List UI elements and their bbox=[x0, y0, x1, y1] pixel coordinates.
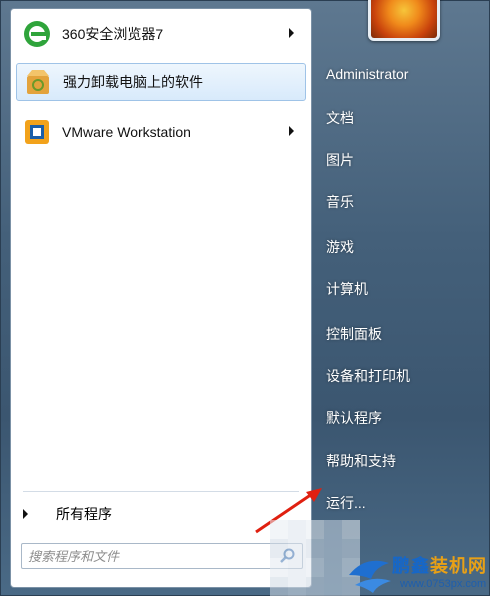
menu-default-programs[interactable]: 默认程序 bbox=[326, 408, 382, 428]
menu-devices-printers[interactable]: 设备和打印机 bbox=[326, 366, 410, 386]
search-input[interactable] bbox=[22, 547, 278, 565]
menu-computer[interactable]: 计算机 bbox=[326, 279, 368, 299]
program-uninstaller[interactable]: 强力卸载电脑上的软件 bbox=[16, 63, 306, 101]
search-box[interactable] bbox=[21, 543, 303, 569]
all-programs-label: 所有程序 bbox=[56, 506, 112, 522]
program-label: VMware Workstation bbox=[62, 124, 191, 140]
program-label: 360安全浏览器7 bbox=[62, 26, 164, 42]
watermark-brand-suffix: 装机网 bbox=[430, 556, 487, 576]
user-avatar[interactable] bbox=[368, 0, 440, 41]
user-name[interactable]: Administrator bbox=[326, 66, 408, 82]
ie-360-browser-icon bbox=[24, 21, 50, 47]
program-vmware[interactable]: VMware Workstation bbox=[16, 113, 306, 151]
uninstall-box-icon bbox=[27, 70, 49, 94]
expand-arrow-icon bbox=[23, 509, 28, 519]
program-label: 强力卸载电脑上的软件 bbox=[63, 74, 203, 90]
menu-music[interactable]: 音乐 bbox=[326, 192, 354, 212]
watermark-url: www.0753px.com bbox=[400, 578, 487, 590]
menu-documents[interactable]: 文档 bbox=[326, 108, 354, 128]
menu-games[interactable]: 游戏 bbox=[326, 237, 354, 257]
watermark-brand-prefix: 鹏鑫 bbox=[392, 556, 430, 576]
submenu-arrow-icon bbox=[289, 126, 294, 136]
watermark-brand: 鹏鑫装机网 bbox=[392, 552, 487, 578]
vmware-icon bbox=[25, 120, 49, 144]
menu-pictures[interactable]: 图片 bbox=[326, 150, 354, 170]
submenu-arrow-icon bbox=[289, 28, 294, 38]
menu-run[interactable]: 运行... bbox=[326, 493, 366, 513]
menu-help-support[interactable]: 帮助和支持 bbox=[326, 451, 396, 471]
program-360-browser[interactable]: 360安全浏览器7 bbox=[16, 15, 306, 53]
menu-control-panel[interactable]: 控制面板 bbox=[326, 324, 382, 344]
